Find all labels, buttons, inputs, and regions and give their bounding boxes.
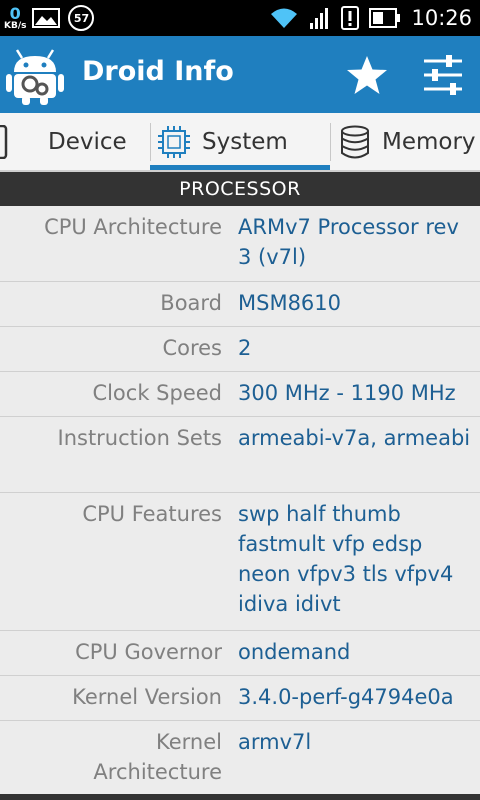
network-speed: 0 KB/s bbox=[4, 3, 27, 31]
info-label: CPU Architecture bbox=[44, 215, 222, 239]
network-speed-value: 0 bbox=[9, 3, 21, 23]
info-row-kernel-version: Kernel Version 3.4.0-perf-g4794e0a bbox=[0, 676, 480, 721]
info-label: Clock Speed bbox=[92, 381, 222, 405]
section-header-processor: PROCESSOR bbox=[0, 172, 480, 206]
info-value: 3.4.0-perf-g4794e0a bbox=[238, 685, 454, 709]
status-right: 10:26 bbox=[259, 0, 472, 36]
tab-divider bbox=[330, 123, 331, 161]
info-label: CPU Features bbox=[82, 502, 222, 526]
info-row-instruction-sets: Instruction Sets armeabi-v7a, armeabi bbox=[0, 417, 480, 493]
info-value: swp half thumb fastmult vfp edsp neon vf… bbox=[238, 502, 454, 616]
info-value: 2 bbox=[238, 336, 252, 360]
app-logo-icon bbox=[6, 49, 64, 105]
gallery-icon bbox=[32, 8, 61, 28]
database-icon bbox=[341, 125, 369, 159]
info-row-cpu-architecture: CPU Architecture ARMv7 Processor rev 3 (… bbox=[0, 206, 480, 282]
bottom-edge bbox=[0, 794, 480, 800]
app-bar: Droid Info bbox=[0, 36, 480, 113]
star-icon[interactable] bbox=[344, 52, 390, 98]
processor-info-list: CPU Architecture ARMv7 Processor rev 3 (… bbox=[0, 206, 480, 794]
battery-icon bbox=[369, 8, 401, 28]
status-left: 0 KB/s 57 bbox=[4, 2, 95, 34]
info-row-board: Board MSM8610 bbox=[0, 282, 480, 327]
info-value: armv7l bbox=[238, 730, 312, 754]
info-row-clock-speed: Clock Speed 300 MHz - 1190 MHz bbox=[0, 372, 480, 417]
alert-icon bbox=[341, 6, 360, 30]
cpu-chip-icon bbox=[158, 126, 190, 158]
info-value: ondemand bbox=[238, 640, 351, 664]
info-label: Board bbox=[160, 291, 222, 315]
info-row-kernel-architecture: Kernel Architecture armv7l bbox=[0, 721, 480, 794]
info-value: 300 MHz - 1190 MHz bbox=[238, 381, 456, 405]
tab-device[interactable]: Device bbox=[0, 113, 127, 171]
info-label: Instruction Sets bbox=[57, 426, 223, 450]
tab-system[interactable]: System bbox=[158, 113, 288, 171]
info-label: Kernel Architecture bbox=[93, 730, 222, 784]
tab-memory-label: Memory bbox=[382, 129, 476, 155]
clock: 10:26 bbox=[411, 6, 472, 30]
network-speed-unit: KB/s bbox=[4, 20, 27, 31]
tab-memory[interactable]: Memory bbox=[340, 113, 476, 171]
info-row-cpu-features: CPU Features swp half thumb fastmult vfp… bbox=[0, 493, 480, 631]
info-row-cpu-governor: CPU Governor ondemand bbox=[0, 631, 480, 676]
phone-icon bbox=[0, 125, 8, 159]
tab-system-label: System bbox=[202, 129, 288, 155]
info-value: MSM8610 bbox=[238, 291, 342, 315]
status-bar: 0 KB/s 57 10:26 bbox=[0, 0, 480, 36]
notification-badge: 57 bbox=[68, 5, 95, 31]
wifi-icon bbox=[271, 8, 298, 28]
tab-divider bbox=[150, 123, 151, 161]
tab-device-label: Device bbox=[48, 129, 127, 155]
info-label: Cores bbox=[162, 336, 222, 360]
tab-bar: Device System Memory bbox=[0, 113, 480, 171]
signal-icon bbox=[310, 8, 329, 29]
info-row-cores: Cores 2 bbox=[0, 327, 480, 372]
app-title: Droid Info bbox=[82, 56, 234, 87]
info-value: ARMv7 Processor rev 3 (v7l) bbox=[238, 215, 459, 269]
settings-sliders-icon[interactable] bbox=[418, 52, 468, 98]
info-label: Kernel Version bbox=[72, 685, 222, 709]
info-value: armeabi-v7a, armeabi bbox=[238, 426, 471, 450]
info-label: CPU Governor bbox=[75, 640, 222, 664]
